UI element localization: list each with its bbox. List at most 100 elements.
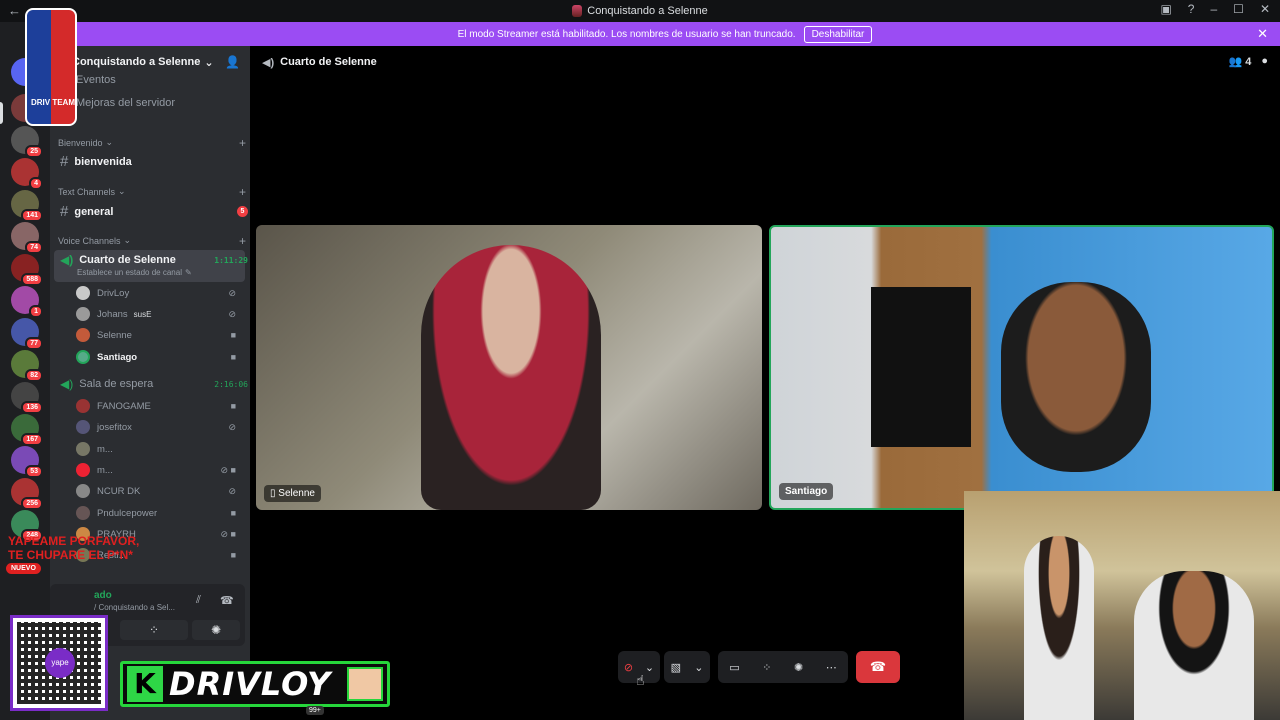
screen-share-icon[interactable]: ▭ — [729, 661, 739, 674]
activities-button[interactable]: ⁘ — [120, 620, 188, 640]
yape-qr-code: yape — [10, 615, 108, 711]
soundboard-icon[interactable]: ✺ — [794, 661, 803, 674]
server-icon[interactable]: 4 — [11, 158, 43, 190]
server-icon[interactable]: 167 — [11, 414, 43, 446]
disconnect-button[interactable]: ☎ — [856, 651, 900, 683]
channel-status[interactable]: Establece un estado de canal ✎ — [77, 268, 227, 277]
speaker-icon: ◀) — [60, 253, 74, 267]
notification-badge: 77 — [25, 337, 43, 350]
noise-suppression-icon[interactable]: ⫽ — [196, 594, 201, 607]
category-text-channels[interactable]: Text Channels ⌄ + — [58, 185, 258, 199]
minimize-icon[interactable]: – — [1210, 2, 1217, 16]
notification-badge: 82 — [25, 369, 43, 382]
close-window-icon[interactable]: ✕ — [1260, 2, 1270, 16]
voice-channel-cuarto[interactable]: ◀) Cuarto de Selenne 1:11:29 — [60, 253, 260, 267]
notification-badge: 167 — [21, 433, 43, 446]
add-channel-icon[interactable]: + — [239, 185, 246, 199]
taskbar-badge: 99+ — [306, 706, 324, 715]
add-channel-icon[interactable]: + — [239, 136, 246, 150]
avatar — [76, 307, 90, 321]
more-options-icon[interactable]: ⋯ — [826, 661, 837, 674]
streamer-person — [1024, 536, 1094, 720]
category-voice-channels[interactable]: Voice Channels ⌄ + — [58, 234, 258, 248]
voice-user[interactable]: NCUR DK ⊘ — [76, 482, 246, 500]
muted-icon: ⊘ — [228, 308, 236, 319]
chevron-down-icon[interactable]: ⌄ — [645, 661, 654, 674]
close-banner-icon[interactable]: ✕ — [1257, 26, 1268, 42]
server-icon[interactable]: 141 — [11, 190, 43, 222]
participant-video — [1001, 282, 1151, 472]
server-icon[interactable]: 53 — [11, 446, 43, 478]
voice-user[interactable]: m... — [76, 440, 246, 458]
channel-bienvenida[interactable]: # bienvenida — [60, 153, 260, 170]
camera-button[interactable]: ▧ ⌄ — [664, 651, 710, 683]
title-bar: ← Conquistando a Selenne ▣ ? – ☐ ✕ — [0, 0, 1280, 22]
back-arrow-icon[interactable]: ← — [8, 3, 21, 18]
notification-badge: 1 — [29, 305, 43, 318]
activities-icon[interactable]: ⁘ — [762, 661, 771, 674]
members-button[interactable]: 👥 4 — [1228, 55, 1251, 68]
muted-icon: ⊘ ■ — [220, 464, 236, 475]
voice-channel-sala[interactable]: ◀) Sala de espera 2:16:06 — [60, 377, 260, 391]
voice-user[interactable]: josefitox ⊘ — [76, 418, 246, 436]
notification-badge: 4 — [29, 177, 43, 190]
voice-user[interactable]: m... ⊘ ■ — [76, 461, 246, 479]
overlay-red-text: YAPEAME PORFAVOR, TE CHUPARE EL P*N* — [8, 534, 140, 562]
camera-icon: ■ — [230, 550, 236, 560]
voice-timer: 2:16:06 — [214, 379, 248, 389]
speaker-icon: ◀) — [60, 377, 74, 391]
server-icon[interactable]: 74 — [11, 222, 43, 254]
video-tile-santiago[interactable]: Santiago — [769, 225, 1274, 510]
events-item[interactable]: Eventos — [76, 74, 226, 86]
server-icon[interactable]: 82 — [11, 350, 43, 382]
avatar — [76, 442, 90, 456]
voice-user[interactable]: FANOGAME ■ — [76, 397, 246, 415]
voice-connected-channel[interactable]: / Conquistando a Sel... — [94, 603, 175, 612]
maximize-icon[interactable]: ☐ — [1233, 2, 1244, 16]
disable-streamer-button[interactable]: Deshabilitar — [803, 25, 873, 43]
category-bienvenido[interactable]: Bienvenido ⌄ + — [58, 136, 258, 150]
unread-badge: 5 — [237, 206, 248, 217]
avatar — [76, 420, 90, 434]
voice-connected-status: ado — [94, 590, 112, 601]
voice-user[interactable]: Selenne ■ — [76, 326, 246, 344]
disconnect-icon[interactable]: ☎ — [220, 594, 234, 607]
voice-user[interactable]: Santiago ■ — [76, 348, 246, 366]
channel-general[interactable]: # general 5 — [60, 203, 260, 220]
server-icon[interactable]: 1 — [11, 286, 43, 318]
chevron-down-icon: ⌄ — [123, 235, 132, 245]
server-icon[interactable]: 77 — [11, 318, 43, 350]
stage-channel-name: Cuarto de Selenne — [280, 56, 377, 68]
streamer-mode-banner: El modo Streamer está habilitado. Los no… — [50, 22, 1280, 46]
inbox-icon[interactable]: ▣ — [1160, 2, 1171, 16]
stage-header: ◀) Cuarto de Selenne 👥 4 ● — [250, 46, 1280, 78]
camera-icon: ■ — [230, 401, 236, 411]
invite-icon[interactable]: 👤 — [225, 55, 240, 69]
notification-badge: 136 — [21, 401, 43, 414]
avatar — [76, 350, 90, 364]
help-icon[interactable]: ? — [1188, 2, 1195, 16]
notification-badge: 141 — [21, 209, 43, 222]
video-tile-selenne[interactable]: ▯ Selenne — [256, 225, 762, 510]
participant-video — [871, 287, 971, 447]
camera-icon: ■ — [230, 352, 236, 362]
camera-off-icon: ▧ — [670, 661, 681, 674]
server-boost-item[interactable]: Mejoras del servidor — [76, 97, 226, 109]
server-icon — [572, 5, 583, 17]
cursor-icon: ☝ — [636, 672, 645, 688]
drivloy-brand-banner: K DRIVLOY — [120, 661, 390, 707]
voice-user[interactable]: DrivLoy ⊘ — [76, 284, 246, 302]
muted-icon: ⊘ — [228, 287, 236, 298]
server-icon[interactable]: 25 — [11, 126, 43, 158]
voice-user[interactable]: Pndulcepower ■ — [76, 504, 246, 522]
hangup-icon: ☎ — [869, 659, 887, 674]
avatar — [76, 484, 90, 498]
chevron-down-icon[interactable]: ⌄ — [694, 661, 703, 674]
add-channel-icon[interactable]: + — [239, 234, 246, 248]
server-icon[interactable]: 256 — [11, 478, 43, 510]
chat-icon[interactable]: ● — [1261, 55, 1268, 68]
server-icon[interactable]: 136 — [11, 382, 43, 414]
server-icon[interactable]: 588 — [11, 254, 43, 286]
voice-user[interactable]: Johans susE ⊘ — [76, 305, 246, 323]
soundboard-button[interactable]: ✺ — [192, 620, 240, 640]
